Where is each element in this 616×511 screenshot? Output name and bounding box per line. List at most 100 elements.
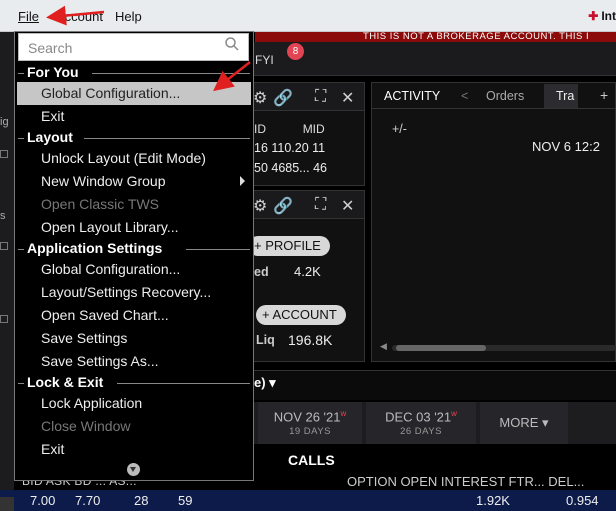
left-panel-text: s bbox=[0, 210, 6, 222]
add-account-button[interactable]: + ACCOUNT bbox=[256, 305, 346, 325]
checkbox[interactable] bbox=[0, 242, 8, 250]
add-tab-icon[interactable]: + bbox=[600, 87, 608, 103]
weekly-flag: w bbox=[340, 409, 347, 418]
add-profile-button[interactable]: + PROFILE bbox=[248, 236, 330, 256]
panel-toolbar: ⚙ 🔗 ⛶ ✕ bbox=[253, 83, 364, 111]
left-panel-block bbox=[0, 497, 14, 511]
tab-orders[interactable]: Orders bbox=[486, 89, 524, 103]
chain-column-headers-right[interactable]: OPTION OPEN INTEREST FTR... DEL... bbox=[347, 474, 584, 489]
ib-logo-icon: ✚ bbox=[588, 9, 599, 23]
link-icon[interactable]: 🔗 bbox=[273, 196, 293, 216]
tab-activity[interactable]: ACTIVITY bbox=[384, 89, 440, 103]
horizontal-scrollbar[interactable]: ◀ bbox=[380, 341, 616, 353]
divider bbox=[18, 249, 24, 250]
menu-item-unlock-layout[interactable]: Unlock Layout (Edit Mode) bbox=[41, 150, 206, 166]
quote-column-headers: ID MID bbox=[254, 122, 325, 136]
option-chain-header bbox=[252, 370, 616, 400]
expiration-date: NOV 26 '21w bbox=[273, 409, 347, 425]
checkbox[interactable] bbox=[0, 150, 8, 158]
menu-item-global-configuration-favorite[interactable]: Global Configuration... bbox=[41, 85, 180, 101]
gear-icon[interactable]: ⚙ bbox=[253, 88, 267, 108]
search-icon[interactable] bbox=[224, 36, 240, 55]
section-lock-exit: Lock & Exit bbox=[27, 374, 104, 390]
menu-search-input[interactable]: Search bbox=[18, 33, 249, 61]
menu-item-save-settings-as[interactable]: Save Settings As... bbox=[41, 353, 159, 369]
menu-help[interactable]: Help bbox=[115, 9, 142, 24]
col-bid: ID bbox=[254, 122, 266, 136]
change-column-header: +/- bbox=[392, 122, 407, 136]
net-liq-label: Liq bbox=[256, 333, 275, 347]
brand-text: Int bbox=[601, 9, 616, 23]
menu-scroll-down-icon[interactable] bbox=[127, 463, 140, 476]
expiration-tab[interactable]: DEC 03 '21w 26 DAYS bbox=[366, 402, 476, 444]
divider bbox=[18, 138, 24, 139]
search-placeholder: Search bbox=[28, 40, 73, 56]
account-field-label: ed bbox=[254, 265, 269, 279]
panel-toolbar: ⚙ 🔗 ⛶ ✕ bbox=[253, 191, 364, 219]
paper-account-warning: THIS IS NOT A BROKERAGE ACCOUNT. THIS I bbox=[255, 32, 616, 42]
window-toolbar bbox=[252, 42, 616, 76]
net-liq-value: 196.8K bbox=[288, 332, 333, 348]
cell-open-interest: 1.92K bbox=[476, 493, 510, 508]
menu-item-lock-application[interactable]: Lock Application bbox=[41, 395, 142, 411]
menu-item-open-layout-library[interactable]: Open Layout Library... bbox=[41, 219, 178, 235]
divider bbox=[372, 108, 616, 109]
divider bbox=[92, 73, 250, 74]
close-icon[interactable]: ✕ bbox=[341, 196, 354, 216]
cell-delta: 0.954 bbox=[566, 493, 599, 508]
expiration-tab[interactable]: NOV 26 '21w 19 DAYS bbox=[258, 402, 362, 444]
cell-bid[interactable]: 7.00 bbox=[30, 493, 55, 508]
menu-item-open-saved-chart[interactable]: Open Saved Chart... bbox=[41, 307, 169, 323]
cell-ask[interactable]: 7.70 bbox=[75, 493, 100, 508]
expiration-date: DEC 03 '21w bbox=[385, 409, 457, 425]
section-layout: Layout bbox=[27, 129, 73, 145]
account-field-value: 4.2K bbox=[294, 264, 321, 279]
scrollbar-thumb[interactable] bbox=[396, 345, 486, 351]
days-to-expiry: 26 DAYS bbox=[400, 426, 442, 438]
menu-item-save-settings[interactable]: Save Settings bbox=[41, 330, 127, 346]
menu-bar: File Account Help ✚ Int bbox=[0, 0, 616, 32]
divider bbox=[18, 383, 24, 384]
submenu-arrow-icon bbox=[240, 176, 245, 186]
quote-row[interactable]: 16 110.20 11 bbox=[254, 141, 325, 155]
divider bbox=[18, 73, 24, 74]
menu-item-global-configuration[interactable]: Global Configuration... bbox=[41, 261, 180, 277]
menu-file[interactable]: File bbox=[18, 9, 39, 24]
option-chain-title[interactable]: e) ▾ bbox=[254, 375, 276, 391]
menu-item-open-classic-tws: Open Classic TWS bbox=[41, 196, 159, 212]
activity-date: NOV 6 12:2 bbox=[532, 139, 600, 154]
quote-row[interactable]: 50 4685... 46 bbox=[254, 161, 327, 175]
gear-icon[interactable]: ⚙ bbox=[253, 196, 267, 216]
left-panel-edge: ig s bbox=[0, 32, 14, 511]
cell-ask-size: 59 bbox=[178, 493, 193, 508]
cell-bid-size: 28 bbox=[134, 493, 149, 508]
left-panel-text: ig bbox=[0, 116, 9, 128]
section-application-settings: Application Settings bbox=[27, 240, 163, 256]
brand-logo: ✚ Int bbox=[588, 9, 616, 23]
close-icon[interactable]: ✕ bbox=[341, 88, 354, 108]
menu-item-layout-settings-recovery[interactable]: Layout/Settings Recovery... bbox=[41, 284, 211, 300]
weekly-flag: w bbox=[451, 409, 457, 418]
tab-scroll-left-icon[interactable]: < bbox=[461, 89, 468, 103]
menu-item-exit-favorite[interactable]: Exit bbox=[41, 108, 64, 124]
menu-account[interactable]: Account bbox=[56, 9, 103, 24]
more-expirations-button[interactable]: MORE ▾ bbox=[480, 402, 568, 444]
tab-trades[interactable]: Tra bbox=[544, 84, 578, 108]
maximize-icon[interactable]: ⛶ bbox=[315, 88, 326, 106]
checkbox[interactable] bbox=[0, 315, 8, 323]
menu-item-new-window-group[interactable]: New Window Group bbox=[41, 173, 166, 189]
calls-header: CALLS bbox=[288, 452, 335, 468]
scroll-left-icon[interactable]: ◀ bbox=[380, 341, 387, 352]
divider bbox=[186, 249, 250, 250]
col-mid: MID bbox=[302, 122, 325, 136]
activity-panel bbox=[371, 82, 616, 362]
divider bbox=[84, 138, 250, 139]
fyi-tab[interactable]: FYI bbox=[255, 53, 274, 67]
days-to-expiry: 19 DAYS bbox=[289, 426, 331, 438]
link-icon[interactable]: 🔗 bbox=[273, 88, 293, 108]
maximize-icon[interactable]: ⛶ bbox=[315, 196, 326, 214]
menu-item-exit[interactable]: Exit bbox=[41, 441, 64, 457]
divider bbox=[117, 383, 250, 384]
menu-item-close-window: Close Window bbox=[41, 418, 131, 434]
section-for-you: For You bbox=[27, 64, 79, 80]
